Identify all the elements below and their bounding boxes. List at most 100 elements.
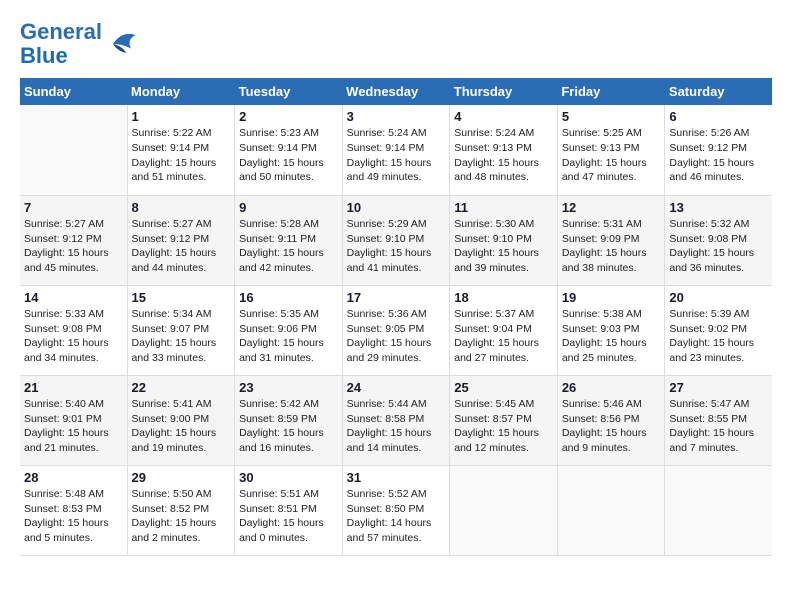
calendar-cell: 18Sunrise: 5:37 AMSunset: 9:04 PMDayligh… [450,285,558,375]
calendar-cell: 8 Sunrise: 5:27 AMSunset: 9:12 PMDaylight… [127,195,235,285]
calendar-cell: 10 Sunrise: 5:29 AMSunset: 9:10 PMDayligh… [342,195,450,285]
day-number: 11 [454,200,553,215]
day-number: 18 [454,290,553,305]
column-header-saturday: Saturday [665,78,772,105]
day-number: 27 [669,380,768,395]
day-number: 29 [132,470,231,485]
calendar-cell: 9 Sunrise: 5:28 AMSunset: 9:11 PMDaylight… [235,195,343,285]
calendar-cell: 31 Sunrise: 5:52 AMSunset: 8:50 PMDayligh… [342,465,450,555]
calendar-cell: 7Sunrise: 5:27 AMSunset: 9:12 PMDaylight… [20,195,127,285]
calendar-cell: 5 Sunrise: 5:25 AMSunset: 9:13 PMDaylight… [557,105,665,195]
day-number: 16 [239,290,338,305]
day-number: 26 [562,380,661,395]
week-row-4: 21 Sunrise: 5:40 AMSunset: 9:01 PMDayligh… [20,375,772,465]
day-info: Sunrise: 5:40 AMSunset: 9:01 PMDaylight:… [24,397,123,456]
day-info: Sunrise: 5:25 AMSunset: 9:13 PMDaylight:… [562,126,661,185]
calendar-cell: 13 Sunrise: 5:32 AMSunset: 9:08 PMDayligh… [665,195,772,285]
column-header-thursday: Thursday [450,78,558,105]
day-number: 17 [347,290,446,305]
day-number: 15 [132,290,231,305]
calendar-cell: 24Sunrise: 5:44 AMSunset: 8:58 PMDayligh… [342,375,450,465]
day-info: Sunrise: 5:34 AMSunset: 9:07 PMDaylight:… [132,307,231,366]
week-row-5: 28Sunrise: 5:48 AMSunset: 8:53 PMDayligh… [20,465,772,555]
day-number: 7 [24,200,123,215]
calendar-cell: 23Sunrise: 5:42 AMSunset: 8:59 PMDayligh… [235,375,343,465]
day-info: Sunrise: 5:28 AMSunset: 9:11 PMDaylight:… [239,217,338,276]
column-header-tuesday: Tuesday [235,78,343,105]
day-number: 19 [562,290,661,305]
calendar-cell: 17 Sunrise: 5:36 AMSunset: 9:05 PMDayligh… [342,285,450,375]
day-number: 4 [454,109,553,124]
calendar-cell [450,465,558,555]
day-info: Sunrise: 5:23 AMSunset: 9:14 PMDaylight:… [239,126,338,185]
day-number: 10 [347,200,446,215]
calendar-cell: 22 Sunrise: 5:41 AMSunset: 9:00 PMDayligh… [127,375,235,465]
calendar-cell: 29 Sunrise: 5:50 AMSunset: 8:52 PMDayligh… [127,465,235,555]
column-header-sunday: Sunday [20,78,127,105]
day-number: 12 [562,200,661,215]
day-info: Sunrise: 5:24 AMSunset: 9:14 PMDaylight:… [347,126,446,185]
day-info: Sunrise: 5:44 AMSunset: 8:58 PMDaylight:… [347,397,446,456]
day-number: 22 [132,380,231,395]
calendar-cell: 1Sunrise: 5:22 AMSunset: 9:14 PMDaylight… [127,105,235,195]
day-info: Sunrise: 5:42 AMSunset: 8:59 PMDaylight:… [239,397,338,456]
calendar-cell: 25 Sunrise: 5:45 AMSunset: 8:57 PMDayligh… [450,375,558,465]
calendar-cell: 4 Sunrise: 5:24 AMSunset: 9:13 PMDaylight… [450,105,558,195]
day-number: 31 [347,470,446,485]
logo-text: GeneralBlue [20,20,102,68]
day-number: 3 [347,109,446,124]
calendar-cell: 14Sunrise: 5:33 AMSunset: 9:08 PMDayligh… [20,285,127,375]
day-number: 13 [669,200,768,215]
week-row-3: 14Sunrise: 5:33 AMSunset: 9:08 PMDayligh… [20,285,772,375]
day-number: 8 [132,200,231,215]
day-info: Sunrise: 5:35 AMSunset: 9:06 PMDaylight:… [239,307,338,366]
calendar-cell [665,465,772,555]
calendar-cell: 21 Sunrise: 5:40 AMSunset: 9:01 PMDayligh… [20,375,127,465]
day-info: Sunrise: 5:50 AMSunset: 8:52 PMDaylight:… [132,487,231,546]
calendar-cell: 27 Sunrise: 5:47 AMSunset: 8:55 PMDayligh… [665,375,772,465]
day-info: Sunrise: 5:48 AMSunset: 8:53 PMDaylight:… [24,487,123,546]
calendar-header: SundayMondayTuesdayWednesdayThursdayFrid… [20,78,772,105]
column-header-wednesday: Wednesday [342,78,450,105]
day-info: Sunrise: 5:47 AMSunset: 8:55 PMDaylight:… [669,397,768,456]
calendar-cell: 12Sunrise: 5:31 AMSunset: 9:09 PMDayligh… [557,195,665,285]
day-info: Sunrise: 5:27 AMSunset: 9:12 PMDaylight:… [132,217,231,276]
calendar-cell: 15 Sunrise: 5:34 AMSunset: 9:07 PMDayligh… [127,285,235,375]
page-header: GeneralBlue [20,20,772,68]
day-info: Sunrise: 5:36 AMSunset: 9:05 PMDaylight:… [347,307,446,366]
day-number: 6 [669,109,768,124]
day-number: 2 [239,109,338,124]
day-number: 9 [239,200,338,215]
day-info: Sunrise: 5:22 AMSunset: 9:14 PMDaylight:… [132,126,231,185]
day-number: 5 [562,109,661,124]
day-info: Sunrise: 5:52 AMSunset: 8:50 PMDaylight:… [347,487,446,546]
day-info: Sunrise: 5:29 AMSunset: 9:10 PMDaylight:… [347,217,446,276]
calendar-body: 1Sunrise: 5:22 AMSunset: 9:14 PMDaylight… [20,105,772,555]
day-number: 30 [239,470,338,485]
calendar-cell: 3 Sunrise: 5:24 AMSunset: 9:14 PMDaylight… [342,105,450,195]
day-info: Sunrise: 5:32 AMSunset: 9:08 PMDaylight:… [669,217,768,276]
day-info: Sunrise: 5:33 AMSunset: 9:08 PMDaylight:… [24,307,123,366]
day-number: 21 [24,380,123,395]
day-info: Sunrise: 5:24 AMSunset: 9:13 PMDaylight:… [454,126,553,185]
day-info: Sunrise: 5:39 AMSunset: 9:02 PMDaylight:… [669,307,768,366]
day-info: Sunrise: 5:30 AMSunset: 9:10 PMDaylight:… [454,217,553,276]
calendar-cell: 6 Sunrise: 5:26 AMSunset: 9:12 PMDaylight… [665,105,772,195]
day-info: Sunrise: 5:38 AMSunset: 9:03 PMDaylight:… [562,307,661,366]
day-number: 20 [669,290,768,305]
calendar-table: SundayMondayTuesdayWednesdayThursdayFrid… [20,78,772,556]
logo-bird-icon [104,26,140,62]
calendar-cell: 16 Sunrise: 5:35 AMSunset: 9:06 PMDayligh… [235,285,343,375]
day-info: Sunrise: 5:41 AMSunset: 9:00 PMDaylight:… [132,397,231,456]
day-info: Sunrise: 5:45 AMSunset: 8:57 PMDaylight:… [454,397,553,456]
column-header-monday: Monday [127,78,235,105]
week-row-2: 7 Sunrise: 5:27 AMSunset: 9:12 PMDaylight… [20,195,772,285]
calendar-cell: 2 Sunrise: 5:23 AMSunset: 9:14 PMDaylight… [235,105,343,195]
calendar-cell: 30Sunrise: 5:51 AMSunset: 8:51 PMDayligh… [235,465,343,555]
day-number: 25 [454,380,553,395]
day-info: Sunrise: 5:26 AMSunset: 9:12 PMDaylight:… [669,126,768,185]
calendar-cell: 26Sunrise: 5:46 AMSunset: 8:56 PMDayligh… [557,375,665,465]
logo: GeneralBlue [20,20,140,68]
week-row-1: 1Sunrise: 5:22 AMSunset: 9:14 PMDaylight… [20,105,772,195]
calendar-cell: 19 Sunrise: 5:38 AMSunset: 9:03 PMDayligh… [557,285,665,375]
